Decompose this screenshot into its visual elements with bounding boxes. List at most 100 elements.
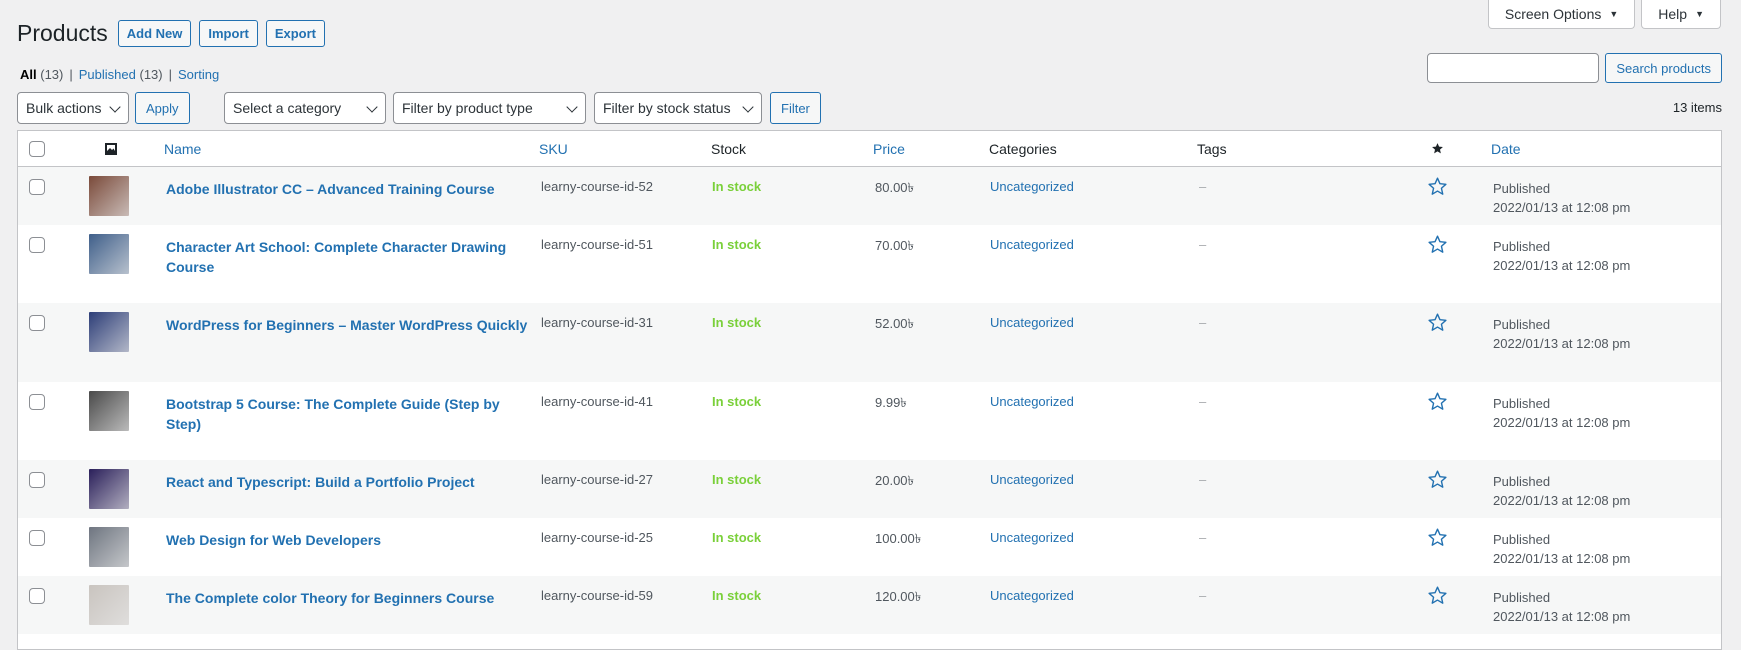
product-type-select[interactable]: Filter by product type — [393, 92, 586, 124]
category-cell: Uncategorized — [990, 518, 1074, 576]
category-link[interactable]: Uncategorized — [990, 237, 1074, 252]
category-link[interactable]: Uncategorized — [990, 179, 1074, 194]
post-date: 2022/01/13 at 12:08 pm — [1493, 493, 1631, 508]
category-link[interactable]: Uncategorized — [990, 530, 1074, 545]
row-checkbox[interactable] — [29, 472, 45, 488]
product-name-link[interactable]: WordPress for Beginners – Master WordPre… — [166, 315, 531, 335]
category-link[interactable]: Uncategorized — [990, 588, 1074, 603]
row-checkbox[interactable] — [29, 237, 45, 253]
categories-column-header: Categories — [989, 140, 1057, 157]
row-checkbox[interactable] — [29, 394, 45, 410]
category-link[interactable]: Uncategorized — [990, 315, 1074, 330]
product-name-link[interactable]: Web Design for Web Developers — [166, 530, 531, 550]
product-name-link[interactable]: Character Art School: Complete Character… — [166, 237, 531, 277]
product-thumbnail[interactable] — [89, 234, 129, 274]
name-column-header[interactable]: Name — [164, 131, 201, 166]
date-column-header[interactable]: Date — [1491, 131, 1521, 166]
table-row: React and Typescript: Build a Portfolio … — [18, 460, 1721, 518]
product-thumbnail[interactable] — [89, 176, 129, 216]
view-all-count: (13) — [40, 67, 64, 82]
row-checkbox-cell — [29, 460, 45, 518]
product-thumbnail[interactable] — [89, 527, 129, 567]
export-button[interactable]: Export — [265, 20, 326, 47]
tags-cell: – — [1199, 394, 1207, 409]
category-link[interactable]: Uncategorized — [990, 472, 1074, 487]
product-thumbnail[interactable] — [89, 312, 129, 352]
apply-button[interactable]: Apply — [135, 92, 190, 124]
category-cell: Uncategorized — [990, 460, 1074, 518]
post-status: Published — [1493, 317, 1551, 332]
row-checkbox-cell — [29, 382, 45, 460]
product-thumbnail[interactable] — [89, 469, 129, 509]
product-name-link[interactable]: React and Typescript: Build a Portfolio … — [166, 472, 531, 492]
thumb-cell — [89, 518, 129, 576]
star-outline-icon[interactable] — [1427, 234, 1448, 255]
featured-cell — [1427, 225, 1448, 303]
featured-column-header[interactable] — [1431, 131, 1444, 166]
post-status: Published — [1493, 532, 1551, 547]
row-checkbox[interactable] — [29, 315, 45, 331]
sku-cell: learny-course-id-25 — [541, 530, 653, 545]
search-input[interactable] — [1427, 53, 1600, 83]
product-thumbnail[interactable] — [89, 585, 129, 625]
bulk-actions-select[interactable]: Bulk actions — [17, 92, 129, 124]
view-published-label: Published — [78, 67, 136, 82]
date-cell: Published 2022/01/13 at 12:08 pm — [1493, 382, 1630, 460]
view-sorting-link[interactable]: Sorting — [178, 67, 219, 82]
star-outline-icon[interactable] — [1427, 312, 1448, 333]
select-all-checkbox[interactable] — [29, 140, 45, 157]
category-select[interactable]: Select a category — [224, 92, 386, 124]
featured-cell — [1427, 576, 1448, 634]
view-all-link[interactable]: All (13) — [20, 67, 63, 82]
tags-cell: – — [1199, 472, 1207, 487]
help-button[interactable]: Help ▼ — [1641, 0, 1721, 29]
sku-cell: learny-course-id-27 — [541, 472, 653, 487]
post-status: Published — [1493, 474, 1551, 489]
product-thumbnail[interactable] — [89, 391, 129, 431]
view-published-link[interactable]: Published (13) — [79, 67, 163, 82]
price-cell: 80.00৳ — [875, 180, 915, 195]
category-link[interactable]: Uncategorized — [990, 394, 1074, 409]
date-cell: Published 2022/01/13 at 12:08 pm — [1493, 167, 1630, 225]
date-cell: Published 2022/01/13 at 12:08 pm — [1493, 225, 1630, 303]
screen-options-button[interactable]: Screen Options ▼ — [1487, 0, 1636, 29]
name-cell: Adobe Illustrator CC – Advanced Training… — [166, 167, 531, 225]
row-checkbox[interactable] — [29, 530, 45, 546]
star-outline-icon[interactable] — [1427, 391, 1448, 412]
thumb-cell — [89, 576, 129, 634]
thumb-column-header — [104, 131, 118, 166]
row-checkbox[interactable] — [29, 588, 45, 604]
filter-button[interactable]: Filter — [770, 92, 821, 124]
add-new-button[interactable]: Add New — [117, 20, 192, 47]
product-name-link[interactable]: Bootstrap 5 Course: The Complete Guide (… — [166, 394, 531, 434]
category-cell: Uncategorized — [990, 382, 1074, 460]
post-date: 2022/01/13 at 12:08 pm — [1493, 258, 1631, 273]
import-button[interactable]: Import — [199, 20, 258, 47]
price-column-header[interactable]: Price — [873, 131, 905, 166]
table-row: WordPress for Beginners – Master WordPre… — [18, 303, 1721, 382]
stock-status: In stock — [712, 530, 762, 545]
stock-status-select[interactable]: Filter by stock status — [594, 92, 762, 124]
search-products-button[interactable]: Search products — [1605, 53, 1722, 83]
product-name-link[interactable]: The Complete color Theory for Beginners … — [166, 588, 531, 608]
table-row: The Complete color Theory for Beginners … — [18, 576, 1721, 634]
table-body: Adobe Illustrator CC – Advanced Training… — [18, 167, 1721, 634]
sku-cell: learny-course-id-41 — [541, 394, 653, 409]
sku-column-header[interactable]: SKU — [539, 131, 568, 166]
star-outline-icon[interactable] — [1427, 176, 1448, 197]
featured-cell — [1427, 460, 1448, 518]
bulk-actions-value: Bulk actions — [26, 100, 102, 116]
category-cell: Uncategorized — [990, 303, 1074, 382]
star-outline-icon[interactable] — [1427, 585, 1448, 606]
sku-cell: learny-course-id-31 — [541, 315, 653, 330]
price-cell: 9.99৳ — [875, 395, 907, 410]
star-outline-icon[interactable] — [1427, 469, 1448, 490]
tablenav-top: Bulk actions Apply Select a category Fil… — [17, 92, 1722, 124]
image-icon — [105, 142, 117, 155]
search-box: Search products — [1427, 53, 1722, 83]
product-name-link[interactable]: Adobe Illustrator CC – Advanced Training… — [166, 179, 531, 199]
tags-cell: – — [1199, 179, 1207, 194]
star-outline-icon[interactable] — [1427, 527, 1448, 548]
caret-down-icon: ▼ — [1695, 9, 1704, 19]
row-checkbox[interactable] — [29, 179, 45, 195]
